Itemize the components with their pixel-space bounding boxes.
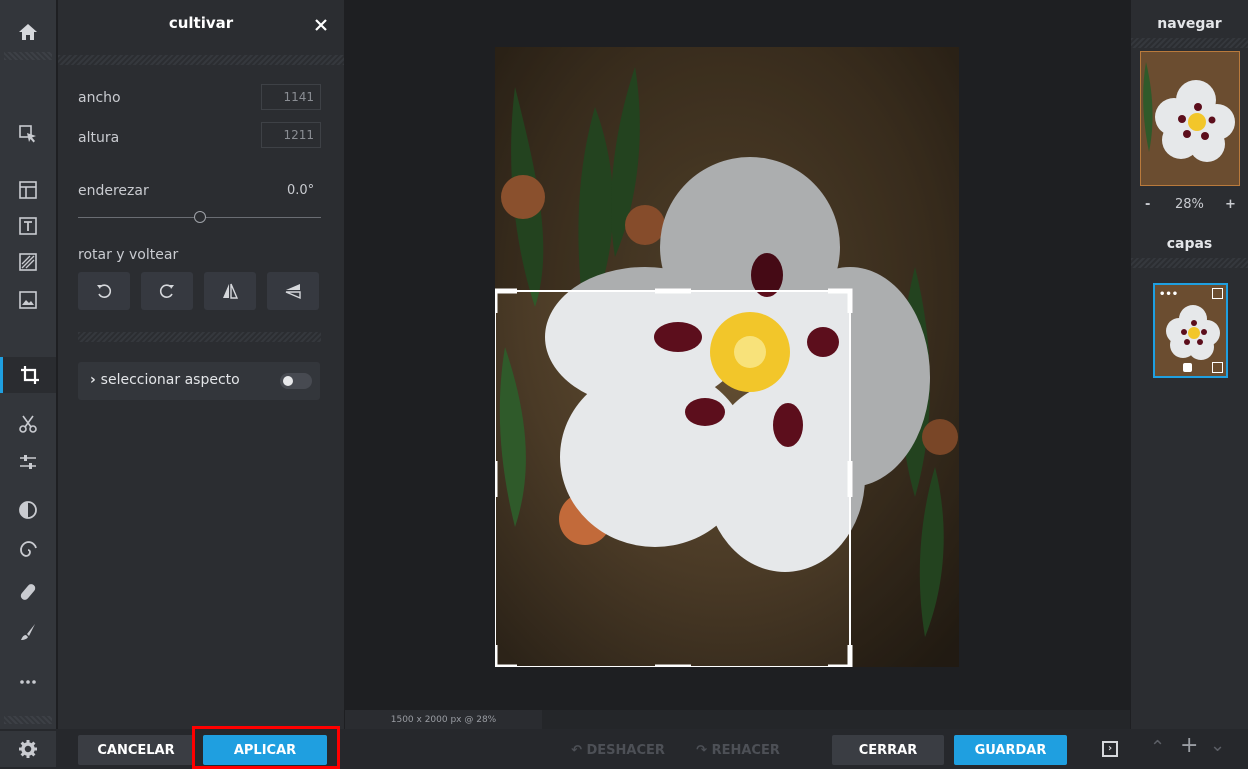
contrast-icon[interactable] bbox=[0, 492, 56, 528]
zoom-value: 28% bbox=[1175, 197, 1204, 212]
crop-panel: cultivar ancho 1141 altura 1211 endereza… bbox=[58, 0, 344, 729]
tool-rail bbox=[0, 0, 56, 769]
layer-thumbnail[interactable]: ••• bbox=[1153, 283, 1228, 378]
image-icon[interactable] bbox=[0, 282, 56, 318]
brush-icon[interactable] bbox=[0, 614, 56, 650]
chevron-down-icon[interactable]: ⌄ bbox=[1210, 735, 1225, 756]
redo-button[interactable]: ↷ REHACER bbox=[685, 735, 791, 765]
text-icon[interactable] bbox=[0, 208, 56, 244]
rotate-left-button[interactable] bbox=[78, 272, 130, 310]
rotate-flip-label: rotar y voltear bbox=[78, 247, 179, 263]
flip-horizontal-icon bbox=[223, 283, 239, 299]
aspect-toggle[interactable] bbox=[280, 373, 312, 389]
right-panel: navegar - 28% + capas ••• bbox=[1131, 0, 1248, 729]
pointer-icon[interactable] bbox=[0, 116, 56, 152]
straighten-slider-handle[interactable] bbox=[193, 211, 206, 223]
flip-vertical-button[interactable] bbox=[267, 272, 319, 310]
status-bar: 1500 x 2000 px @ 28% bbox=[345, 710, 1130, 729]
rotate-right-icon bbox=[159, 284, 174, 298]
navigate-title: navegar bbox=[1157, 16, 1222, 32]
flip-horizontal-button[interactable] bbox=[204, 272, 256, 310]
home-icon[interactable] bbox=[0, 14, 56, 50]
aspect-select-row[interactable]: › seleccionar aspecto bbox=[78, 362, 320, 400]
height-label: altura bbox=[78, 130, 120, 146]
redo-label: REHACER bbox=[711, 742, 780, 758]
more-icon[interactable] bbox=[0, 664, 56, 700]
zoom-out-button[interactable]: - bbox=[1145, 197, 1150, 212]
straighten-value: 0.0° bbox=[287, 183, 315, 198]
undo-label: DESHACER bbox=[586, 742, 665, 758]
image-layer-icon bbox=[1212, 288, 1223, 299]
add-button[interactable]: + bbox=[1180, 733, 1198, 758]
aspect-label: seleccionar aspecto bbox=[100, 372, 240, 388]
straighten-label: enderezar bbox=[78, 183, 149, 199]
adjust-icon[interactable] bbox=[0, 444, 56, 480]
bandage-icon[interactable] bbox=[0, 574, 56, 610]
close-button[interactable]: CERRAR bbox=[832, 735, 944, 765]
panel-title: cultivar bbox=[168, 14, 234, 32]
chevron-right-icon: › bbox=[90, 372, 101, 388]
cut-icon[interactable] bbox=[0, 406, 56, 442]
spiral-icon[interactable] bbox=[0, 532, 56, 568]
layout-icon[interactable] bbox=[0, 172, 56, 208]
height-field[interactable]: 1211 bbox=[261, 122, 321, 148]
zoom-in-button[interactable]: + bbox=[1225, 197, 1236, 212]
width-field[interactable]: 1141 bbox=[261, 84, 321, 110]
lock-icon[interactable] bbox=[1183, 363, 1192, 372]
bottom-bar: CANCELAR APLICAR ↶ DESHACER ↷ REHACER CE… bbox=[0, 729, 1248, 769]
chevron-up-icon[interactable]: ⌃ bbox=[1150, 737, 1165, 758]
cancel-button[interactable]: CANCELAR bbox=[78, 735, 194, 765]
save-button[interactable]: GUARDAR bbox=[954, 735, 1067, 765]
layer-menu-icon[interactable] bbox=[1212, 362, 1223, 373]
apply-highlight bbox=[192, 726, 340, 769]
rotate-left-icon bbox=[97, 284, 112, 298]
crop-icon[interactable] bbox=[0, 357, 56, 393]
layer-options-icon[interactable]: ••• bbox=[1159, 289, 1178, 300]
width-label: ancho bbox=[78, 90, 121, 106]
panel-toggle-icon[interactable]: › bbox=[1102, 741, 1118, 757]
gear-icon[interactable] bbox=[0, 731, 56, 767]
undo-button[interactable]: ↶ DESHACER bbox=[560, 735, 676, 765]
undo-icon: ↶ bbox=[571, 742, 587, 758]
photo-canvas[interactable] bbox=[495, 47, 959, 667]
zoom-controls: - 28% + bbox=[1131, 197, 1248, 217]
navigator-thumbnail[interactable] bbox=[1140, 51, 1240, 186]
image-size-status: 1500 x 2000 px @ 28% bbox=[345, 710, 542, 729]
close-icon[interactable] bbox=[314, 18, 328, 32]
layers-title: capas bbox=[1166, 236, 1213, 252]
pattern-icon[interactable] bbox=[0, 244, 56, 280]
rotate-right-button[interactable] bbox=[141, 272, 193, 310]
redo-icon: ↷ bbox=[696, 742, 712, 758]
flip-vertical-icon bbox=[285, 284, 301, 300]
